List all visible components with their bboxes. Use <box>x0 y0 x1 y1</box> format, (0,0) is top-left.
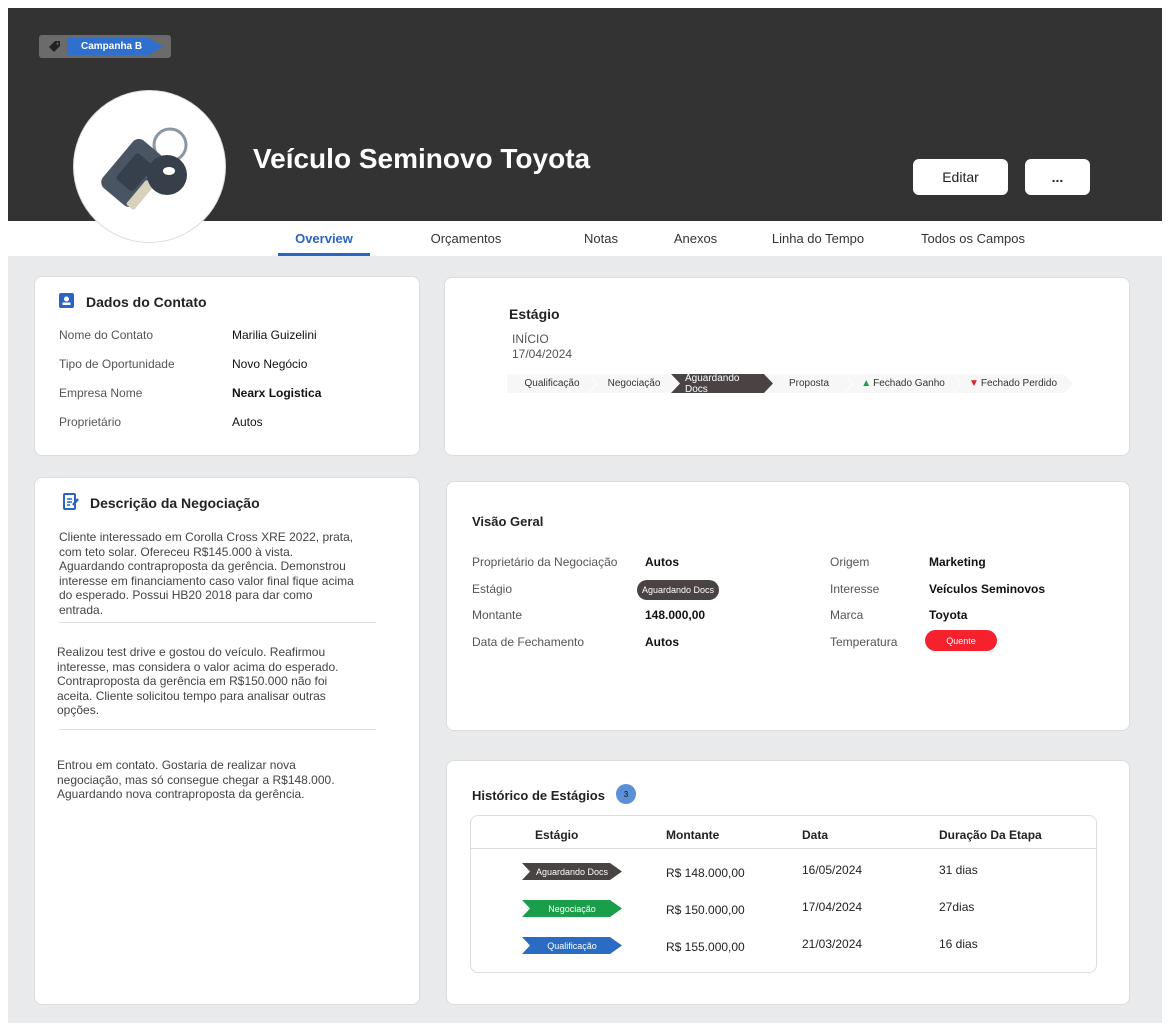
step-fechado-ganho[interactable]: ▲ Fechado Ganho <box>845 374 961 393</box>
stage-card: Estágio INÍCIO 17/04/2024 Qualificação N… <box>444 277 1130 456</box>
campaign-label: Campanha B <box>67 38 163 55</box>
amount-cell: R$ 155.000,00 <box>666 940 745 954</box>
overview-value: Toyota <box>929 608 968 622</box>
description-title: Descrição da Negociação <box>90 495 260 511</box>
date-cell: 16/05/2024 <box>802 863 863 877</box>
overview-label: Temperatura <box>830 635 898 649</box>
stage-badge: Aguardando Docs <box>637 580 719 600</box>
contact-icon <box>59 293 74 308</box>
overview-label: Data de Fechamento <box>472 635 585 649</box>
overview-title: Visão Geral <box>472 514 544 529</box>
history-title: Histórico de Estágios <box>472 788 605 803</box>
overview-value: Veículos Seminovos <box>929 582 1046 596</box>
overview-label: Estágio <box>472 582 513 596</box>
contact-label: Tipo de Oportunidade <box>59 357 175 371</box>
amount-cell: R$ 148.000,00 <box>666 866 745 880</box>
duration-cell: 16 dias <box>939 937 978 951</box>
overview-value: Marketing <box>929 555 986 569</box>
avatar <box>73 90 226 243</box>
overview-value: Autos <box>645 635 679 649</box>
step-proposta[interactable]: Proposta <box>765 374 853 393</box>
edit-document-icon <box>63 493 79 510</box>
tab-notas[interactable]: Notas <box>571 221 631 256</box>
start-label: INÍCIO <box>512 332 549 346</box>
campaign-tag[interactable]: Campanha B <box>39 35 171 58</box>
tab-overview[interactable]: Overview <box>278 221 370 256</box>
column-header: Estágio <box>535 828 579 842</box>
contact-value[interactable]: Nearx Logistica <box>232 386 321 400</box>
description-entry: Entrou em contato. Gostaria de realizar … <box>57 758 335 801</box>
overview-label: Marca <box>830 608 864 622</box>
contact-card: Dados do Contato Nome do Contato Marilia… <box>34 276 420 456</box>
tag-icon <box>49 41 60 52</box>
overview-label: Proprietário da Negociação <box>472 555 618 569</box>
column-header: Montante <box>666 828 720 842</box>
date-cell: 17/04/2024 <box>802 900 863 914</box>
history-count-badge: 3 <box>616 784 636 804</box>
duration-cell: 27dias <box>939 900 975 914</box>
overview-card: Visão Geral Proprietário da Negociação A… <box>446 481 1130 731</box>
contact-label: Nome do Contato <box>59 328 154 342</box>
tab-orcamentos[interactable]: Orçamentos <box>416 221 516 256</box>
description-entry: Realizou test drive e gostou do veículo.… <box>57 645 339 717</box>
stage-chevron: Qualificação <box>522 937 622 954</box>
stage-chevron: Negociação <box>522 900 622 917</box>
page-title: Veículo Seminovo Toyota <box>253 143 591 174</box>
step-label: Fechado Ganho <box>873 378 945 389</box>
history-card: Histórico de Estágios 3 Estágio Montante… <box>446 760 1130 1005</box>
divider <box>59 729 376 730</box>
tab-linha-do-tempo[interactable]: Linha do Tempo <box>763 221 873 256</box>
description-entry: Cliente interessado em Corolla Cross XRE… <box>59 530 354 617</box>
overview-value: Autos <box>645 555 679 569</box>
contact-label: Empresa Nome <box>59 386 143 400</box>
description-card: Descrição da Negociação Cliente interess… <box>34 477 420 1005</box>
thumbs-up-icon: ▲ <box>861 378 872 389</box>
overview-label: Origem <box>830 555 870 569</box>
stage-title: Estágio <box>509 306 560 322</box>
stage-path: Qualificação Negociação Aguardando Docs … <box>507 374 1065 393</box>
temperature-badge: Quente <box>925 630 997 651</box>
contact-value: Autos <box>232 415 263 429</box>
step-negociacao[interactable]: Negociação <box>589 374 679 393</box>
contact-title: Dados do Contato <box>86 294 207 310</box>
date-cell: 21/03/2024 <box>802 937 863 951</box>
tab-todos-os-campos[interactable]: Todos os Campos <box>913 221 1033 256</box>
step-fechado-perdido[interactable]: ▼ Fechado Perdido <box>953 374 1073 393</box>
overview-value: 148.000,00 <box>645 608 706 622</box>
contact-value: Marilia Guizelini <box>232 328 317 342</box>
start-date: 17/04/2024 <box>512 347 573 361</box>
divider <box>59 622 376 623</box>
step-qualificacao[interactable]: Qualificação <box>507 374 597 393</box>
column-header: Duração Da Etapa <box>939 828 1042 842</box>
amount-cell: R$ 150.000,00 <box>666 903 745 917</box>
contact-label: Proprietário <box>59 415 122 429</box>
overview-label: Interesse <box>830 582 880 596</box>
contact-value: Novo Negócio <box>232 357 308 371</box>
edit-button[interactable]: Editar <box>913 159 1008 195</box>
duration-cell: 31 dias <box>939 863 978 877</box>
step-label: Fechado Perdido <box>980 378 1058 389</box>
overview-label: Montante <box>472 608 523 622</box>
car-keys-icon <box>100 127 187 210</box>
column-header: Data <box>802 828 829 842</box>
stage-chevron: Aguardando Docs <box>522 863 622 880</box>
thumbs-down-icon: ▼ <box>968 378 979 389</box>
more-button[interactable]: ... <box>1025 159 1090 195</box>
history-table: Estágio Montante Data Duração Da Etapa A… <box>470 815 1097 973</box>
step-aguardando-docs[interactable]: Aguardando Docs <box>671 374 773 393</box>
header-divider <box>471 848 1096 849</box>
tab-anexos[interactable]: Anexos <box>663 221 728 256</box>
